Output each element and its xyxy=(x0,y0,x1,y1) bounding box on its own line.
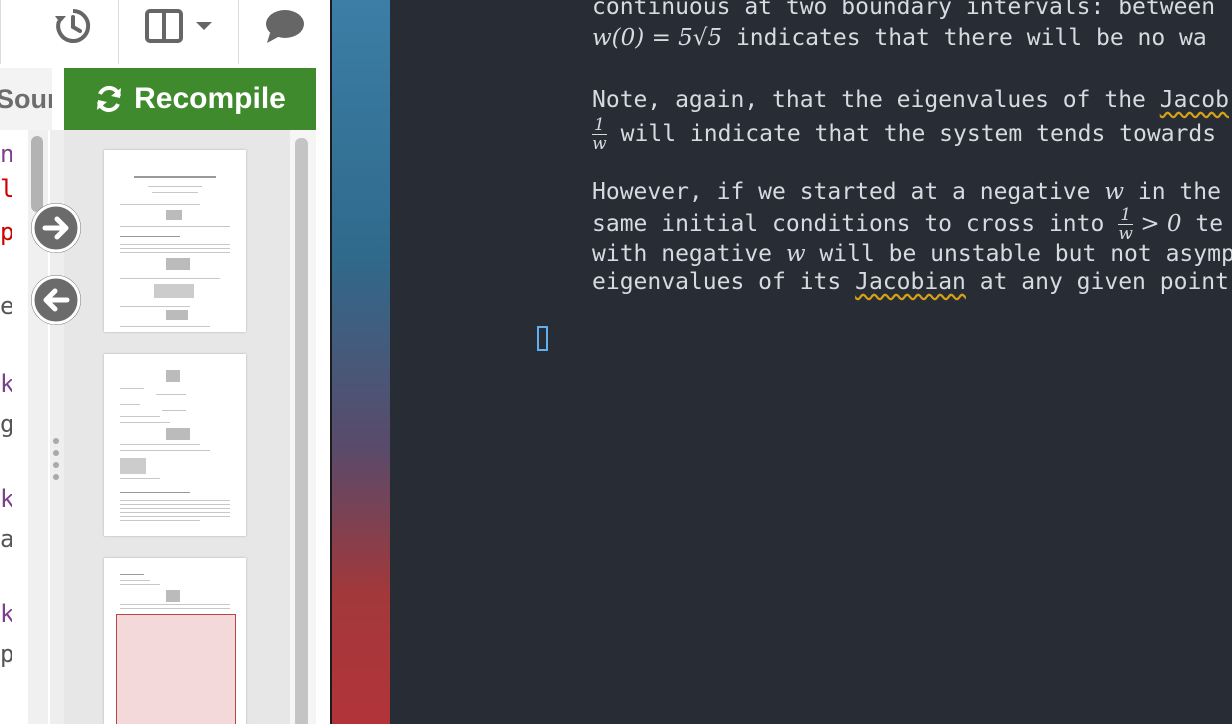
editor-fragment: k xyxy=(0,600,12,628)
overleaf-pane: Sourc Recompile n l p e k g k a k p xyxy=(0,0,330,724)
pdf-highlight-box xyxy=(116,614,236,724)
back-button[interactable] xyxy=(31,275,81,325)
forward-button[interactable] xyxy=(31,203,81,253)
editor-fragment: p xyxy=(0,218,12,246)
split-layout-icon xyxy=(145,9,183,43)
refresh-icon xyxy=(97,85,122,113)
editor-toolbar xyxy=(0,0,330,65)
chevron-down-icon xyxy=(196,22,212,30)
source-tab[interactable]: Sourc xyxy=(0,68,52,130)
layout-menu-button[interactable] xyxy=(120,0,238,52)
history-icon xyxy=(55,8,91,43)
pdf-page-3[interactable] xyxy=(104,558,246,724)
desktop-wallpaper xyxy=(330,0,390,724)
pdf-page-1[interactable] xyxy=(104,150,246,332)
history-button[interactable] xyxy=(28,0,118,52)
terminal-line-4: 1w will indicate that the system tends t… xyxy=(592,115,1217,154)
recompile-button[interactable]: Recompile xyxy=(64,68,316,130)
terminal-line-7: with negative w will be unstable but not… xyxy=(592,241,1232,267)
editor-fragment: n xyxy=(0,140,12,168)
terminal-line-2: w(0) = 5√5 indicates that there will be … xyxy=(592,25,1207,51)
terminal-line-6: same initial conditions to cross into 1w… xyxy=(592,205,1224,244)
editor-fragment: a xyxy=(0,525,12,553)
pdf-scrollbar[interactable] xyxy=(290,130,316,724)
editor-fragment: e xyxy=(0,292,12,320)
terminal-window[interactable]: continuous at two boundary intervals: be… xyxy=(390,0,1232,724)
recompile-label: Recompile xyxy=(134,82,286,115)
terminal-line-1: continuous at two boundary intervals: be… xyxy=(592,0,1216,20)
chat-button[interactable] xyxy=(240,0,330,52)
editor-fragment: g xyxy=(0,410,12,438)
terminal-line-3: Note, again, that the eigenvalues of the… xyxy=(592,87,1229,113)
editor-fragment: k xyxy=(0,370,12,398)
arrow-right-icon xyxy=(31,203,81,253)
terminal-line-8: eigenvalues of its Jacobian at any given… xyxy=(592,269,1229,295)
chat-icon xyxy=(266,10,304,43)
text-cursor xyxy=(537,326,548,351)
pdf-page-2[interactable] xyxy=(104,354,246,536)
arrow-left-icon xyxy=(31,275,81,325)
editor-fragment: l xyxy=(0,175,12,203)
terminal-line-5: However, if we started at a negative w i… xyxy=(592,179,1221,205)
editor-fragment: k xyxy=(0,485,12,513)
editor-fragment: p xyxy=(0,640,12,668)
pdf-preview[interactable] xyxy=(64,130,290,724)
